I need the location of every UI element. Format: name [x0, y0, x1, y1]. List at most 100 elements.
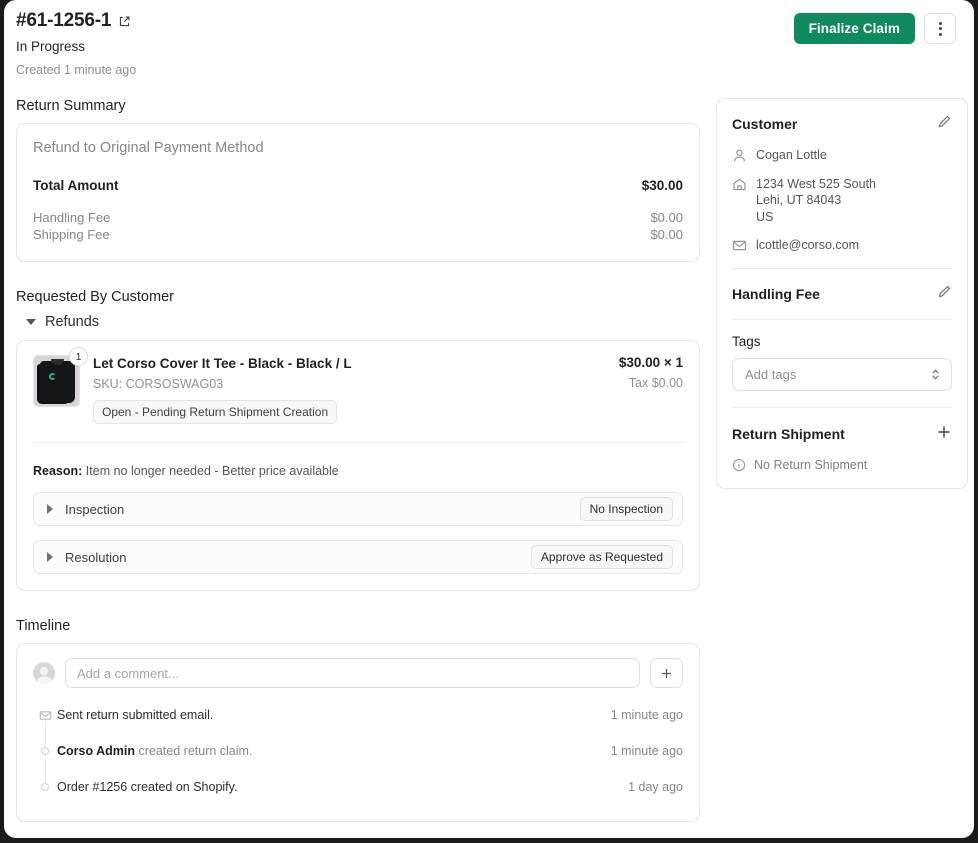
page-header: #61-1256-1 In Progress Created 1 minute … [16, 10, 956, 98]
claim-detail-page: #61-1256-1 In Progress Created 1 minute … [4, 0, 974, 838]
timeline-timestamp: 1 day ago [628, 780, 683, 794]
header-actions: Finalize Claim [793, 13, 956, 44]
address-line-1: 1234 West 525 South [756, 176, 876, 191]
refunds-group-toggle[interactable]: Refunds [16, 314, 700, 330]
list-item: Order #1256 created on Shopify. 1 day ag… [33, 769, 683, 805]
item-tax: Tax $0.00 [628, 376, 683, 390]
handling-fee-label: Handling Fee [33, 210, 111, 225]
timeline-section: Timeline Add a comment... Sent return su… [16, 618, 700, 822]
mail-icon [38, 708, 52, 722]
customer-details: Cogan Lottle 1234 West 525 South Lehi, UT… [732, 134, 952, 268]
chevron-down-icon [26, 319, 36, 325]
product-sku: SKU: CORSOSWAG03 [93, 377, 224, 391]
chevron-right-icon [47, 504, 53, 514]
customer-email-row: lcottle@corso.com [732, 237, 952, 254]
tags-select[interactable]: Add tags [732, 357, 952, 391]
home-icon [733, 177, 746, 190]
reason-label: Reason: [33, 464, 83, 478]
product-name: Let Corso Cover It Tee - Black - Black /… [93, 356, 352, 371]
timeline-action: created return claim. [135, 744, 253, 758]
resolution-status-tag[interactable]: Approve as Requested [530, 545, 673, 569]
comment-input[interactable] [65, 658, 640, 688]
tshirt-graphic [40, 359, 75, 403]
inspection-label: Inspection [65, 501, 125, 517]
line-item-row: 1 Let Corso Cover It Tee - Black - Black… [33, 347, 683, 424]
return-shipment-block: Return Shipment No Return Shipment [732, 408, 952, 488]
return-summary-title: Return Summary [16, 98, 126, 114]
refund-item-card: 1 Let Corso Cover It Tee - Black - Black… [16, 340, 700, 591]
customer-header: Customer [732, 99, 952, 134]
dot-icon [41, 747, 49, 755]
handling-fee-row: Handling Fee $0.00 [33, 209, 683, 226]
dot-icon [41, 783, 49, 791]
quantity-badge: 1 [69, 347, 88, 366]
total-amount-label: Total Amount [33, 178, 119, 193]
customer-address: 1234 West 525 South Lehi, UT 84043 US [756, 176, 876, 226]
refund-method-label: Refund to Original Payment Method [33, 140, 264, 156]
item-divider [33, 442, 683, 443]
timeline-timestamp: 1 minute ago [610, 744, 683, 758]
item-price: $30.00 × 1 [618, 355, 683, 370]
total-amount-row: Total Amount $30.00 [33, 178, 683, 193]
timeline-text: Corso Admin created return claim. [57, 744, 599, 758]
timeline-gutter [33, 733, 57, 783]
brand-logo-icon [49, 373, 56, 380]
total-amount-value: $30.00 [641, 178, 683, 193]
content-columns: Return Summary Refund to Original Paymen… [16, 98, 968, 822]
timeline-text: Order #1256 created on Shopify. [57, 780, 238, 794]
comment-composer [33, 658, 683, 688]
side-column: Customer Cogan Lottle 1234 West 525 Sout… [716, 98, 968, 489]
timeline-gutter [33, 769, 57, 805]
return-shipment-header: Return Shipment [732, 418, 952, 445]
timeline-card: Sent return submitted email. 1 minute ag… [16, 643, 700, 822]
customer-name-row: Cogan Lottle [732, 147, 952, 164]
side-panel-card: Customer Cogan Lottle 1234 West 525 Sout… [716, 98, 968, 489]
return-shipment-empty-state: No Return Shipment [732, 458, 952, 472]
customer-name: Cogan Lottle [756, 148, 827, 162]
product-thumbnail-wrap: 1 [33, 347, 88, 407]
add-return-shipment-plus-icon[interactable] [936, 424, 952, 445]
handling-fee-header: Handling Fee [732, 269, 952, 304]
return-reason: Reason: Item no longer needed - Better p… [33, 464, 683, 478]
line-item-details: Let Corso Cover It Tee - Black - Black /… [93, 355, 605, 424]
tags-title: Tags [732, 333, 761, 349]
timeline-entries: Sent return submitted email. 1 minute ag… [33, 697, 683, 805]
customer-address-row: 1234 West 525 South Lehi, UT 84043 US [732, 176, 952, 226]
finalize-claim-button[interactable]: Finalize Claim [793, 13, 915, 44]
page-title: #61-1256-1 [16, 10, 112, 31]
customer-title: Customer [732, 116, 798, 132]
mail-icon [732, 240, 747, 251]
app-window: #61-1256-1 In Progress Created 1 minute … [4, 0, 974, 838]
avatar [33, 662, 55, 684]
requested-by-customer-section: Requested By Customer Refunds 1 Let Cors… [16, 289, 700, 591]
tags-placeholder: Add tags [745, 366, 797, 382]
address-line-2: Lehi, UT 84043 [756, 193, 842, 207]
chevron-updown-icon [932, 368, 939, 380]
return-shipment-title: Return Shipment [732, 426, 845, 442]
handling-fee-title: Handling Fee [732, 285, 820, 302]
address-line-3: US [756, 209, 774, 224]
customer-email[interactable]: lcottle@corso.com [756, 237, 859, 254]
reason-text: Item no longer needed - Better price ava… [82, 464, 339, 478]
external-link-icon[interactable] [118, 15, 131, 28]
created-timestamp: Created 1 minute ago [16, 63, 137, 77]
tags-block: Tags Add tags [732, 320, 952, 407]
inspection-status-tag[interactable]: No Inspection [579, 497, 673, 521]
timeline-text: Sent return submitted email. [57, 708, 214, 722]
inspection-row[interactable]: Inspection No Inspection [33, 492, 683, 526]
add-comment-button[interactable] [650, 658, 683, 688]
list-item: Corso Admin created return claim. 1 minu… [33, 733, 683, 783]
more-vertical-icon[interactable] [924, 13, 956, 44]
item-status-pill: Open - Pending Return Shipment Creation [93, 400, 338, 424]
list-item: Sent return submitted email. 1 minute ag… [33, 697, 683, 747]
resolution-row[interactable]: Resolution Approve as Requested [33, 540, 683, 574]
handling-fee-value: $0.00 [650, 210, 683, 225]
chevron-right-icon [47, 552, 53, 562]
edit-handling-fee-pencil-icon[interactable] [937, 284, 952, 304]
shipping-fee-row: Shipping Fee $0.00 [33, 226, 683, 243]
timeline-title: Timeline [16, 618, 71, 634]
main-column: Return Summary Refund to Original Paymen… [16, 98, 700, 822]
return-summary-card: Refund to Original Payment Method Total … [16, 123, 700, 262]
shipping-fee-label: Shipping Fee [33, 227, 110, 242]
edit-customer-pencil-icon[interactable] [937, 114, 952, 134]
